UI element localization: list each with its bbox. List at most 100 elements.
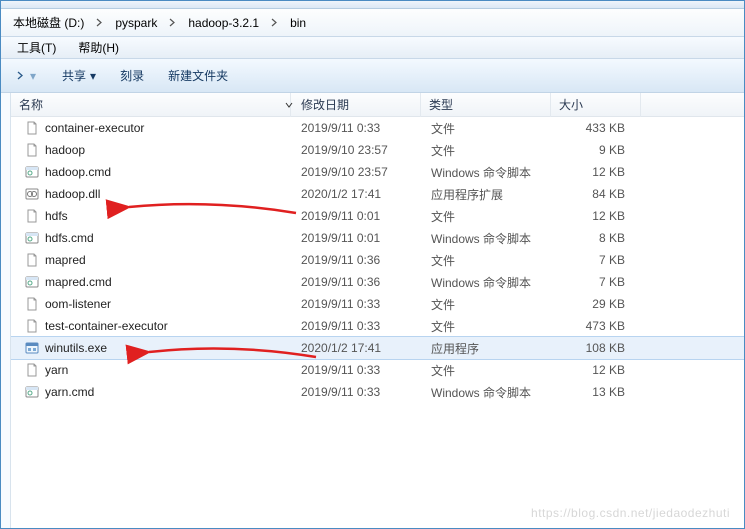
cmd-icon [25,165,39,179]
separator: ▾ [28,69,38,83]
file-row[interactable]: hadoop.cmd 2019/9/10 23:57Windows 命令脚本12 … [11,161,744,183]
file-size: 433 KB [553,119,633,137]
file-name: yarn.cmd [45,385,94,399]
chevron-right-icon[interactable] [269,16,280,30]
file-name: hadoop.cmd [45,165,111,179]
file-type: Windows 命令脚本 [423,272,553,293]
file-name: hdfs [45,209,68,223]
file-date: 2019/9/11 0:01 [293,207,423,225]
file-date: 2020/1/2 17:41 [293,185,423,203]
file-name: oom-listener [45,297,111,311]
file-date: 2019/9/11 0:33 [293,295,423,313]
menu-tools[interactable]: 工具(T) [9,37,64,58]
chevron-right-icon [17,69,24,83]
file-name: mapred.cmd [45,275,112,289]
file-row[interactable]: test-container-executor2019/9/11 0:33文件4… [11,315,744,337]
file-date: 2019/9/11 0:36 [293,251,423,269]
file-size: 13 KB [553,383,633,401]
breadcrumb-item[interactable]: hadoop-3.2.1 [182,14,265,32]
file-name: mapred [45,253,86,267]
file-size: 12 KB [553,361,633,379]
file-row[interactable]: hadoop 2019/9/10 23:57文件9 KB [11,139,744,161]
file-row[interactable]: oom-listener 2019/9/11 0:33文件29 KB [11,293,744,315]
file-row[interactable]: hdfs.cmd2019/9/11 0:01Windows 命令脚本8 KB [11,227,744,249]
menu-help[interactable]: 帮助(H) [70,37,127,58]
file-name: winutils.exe [45,341,107,355]
column-header-type[interactable]: 类型 [421,93,551,117]
column-header-date[interactable]: 修改日期 [291,93,421,117]
share-label: 共享 [62,67,86,84]
dll-icon [25,187,39,201]
column-label: 名称 [19,96,43,113]
share-button[interactable]: 共享 ▾ [52,63,106,88]
file-date: 2019/9/11 0:01 [293,229,423,247]
file-type: 文件 [423,316,553,337]
window-titlebar [1,1,744,9]
file-name: yarn [45,363,68,377]
column-headers: 名称 修改日期 类型 大小 [11,93,744,117]
breadcrumb[interactable]: 本地磁盘 (D:) pyspark hadoop-3.2.1 bin [1,9,744,37]
file-date: 2019/9/10 23:57 [293,141,423,159]
file-row[interactable]: yarn 2019/9/11 0:33文件12 KB [11,359,744,381]
file-type: 应用程序 [423,338,553,359]
file-icon [25,143,39,157]
file-size: 7 KB [553,273,633,291]
file-size: 29 KB [553,295,633,313]
breadcrumb-item[interactable]: bin [284,14,312,32]
watermark: https://blog.csdn.net/jiedaodezhuti [531,506,730,520]
file-date: 2020/1/2 17:41 [293,339,423,357]
file-size: 12 KB [553,207,633,225]
column-header-size[interactable]: 大小 [551,93,641,117]
toolbar-organize-dropdown[interactable]: ▾ [7,65,48,87]
file-name: container-executor [45,121,144,135]
file-row[interactable]: mapred 2019/9/11 0:36文件7 KB [11,249,744,271]
file-type: 文件 [423,294,553,315]
sidebar [1,93,11,528]
file-size: 9 KB [553,141,633,159]
cmd-icon [25,275,39,289]
file-size: 7 KB [553,251,633,269]
file-icon [25,297,39,311]
toolbar: ▾ 共享 ▾ 刻录 新建文件夹 [1,59,744,93]
file-icon [25,319,39,333]
breadcrumb-item[interactable]: pyspark [109,14,163,32]
file-row[interactable]: yarn.cmd2019/9/11 0:33Windows 命令脚本13 KB [11,381,744,403]
file-date: 2019/9/11 0:36 [293,273,423,291]
file-type: 文件 [423,140,553,161]
file-row[interactable]: hadoop.dll2020/1/2 17:41应用程序扩展84 KB [11,183,744,205]
column-header-name[interactable]: 名称 [11,93,291,117]
file-row[interactable]: mapred.cmd 2019/9/11 0:36Windows 命令脚本7 KB [11,271,744,293]
file-icon [25,121,39,135]
chevron-right-icon[interactable] [94,16,105,30]
file-type: 文件 [423,206,553,227]
exe-icon [25,341,39,355]
file-size: 12 KB [553,163,633,181]
file-list[interactable]: 名称 修改日期 类型 大小 container-executor2019/9/1… [11,93,744,528]
file-name: hadoop [45,143,85,157]
file-type: 文件 [423,118,553,139]
file-type: Windows 命令脚本 [423,162,553,183]
file-date: 2019/9/11 0:33 [293,383,423,401]
file-date: 2019/9/11 0:33 [293,361,423,379]
file-row[interactable]: container-executor2019/9/11 0:33文件433 KB [11,117,744,139]
file-size: 8 KB [553,229,633,247]
chevron-right-icon[interactable] [167,16,178,30]
file-type: 文件 [423,250,553,271]
file-row[interactable]: hdfs 2019/9/11 0:01文件12 KB [11,205,744,227]
file-type: 应用程序扩展 [423,184,553,205]
file-row[interactable]: winutils.exe 2020/1/2 17:41应用程序108 KB [11,337,744,359]
file-date: 2019/9/10 23:57 [293,163,423,181]
new-folder-button[interactable]: 新建文件夹 [158,63,238,88]
file-size: 108 KB [553,339,633,357]
column-label: 修改日期 [301,96,349,113]
file-name: test-container-executor [45,319,168,333]
file-icon [25,209,39,223]
file-type: Windows 命令脚本 [423,228,553,249]
file-name: hadoop.dll [45,187,100,201]
file-icon [25,253,39,267]
breadcrumb-item-drive[interactable]: 本地磁盘 (D:) [7,12,90,33]
cmd-icon [25,385,39,399]
burn-button[interactable]: 刻录 [110,63,154,88]
file-type: 文件 [423,360,553,381]
chevron-down-icon: ▾ [90,69,96,83]
